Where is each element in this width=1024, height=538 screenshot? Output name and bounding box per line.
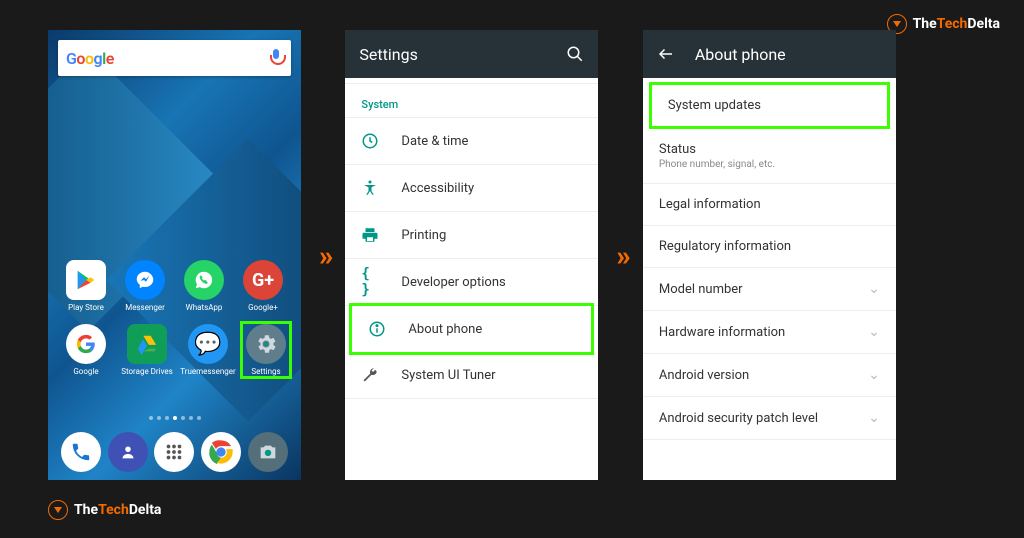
about-row-hardware-information[interactable]: Hardware information⌄: [643, 311, 896, 354]
brand-part2: Tech: [937, 16, 968, 32]
settings-row-label: Developer options: [401, 275, 505, 290]
settings-row-label: Accessibility: [401, 181, 474, 196]
about-row-android-security-patch-level[interactable]: Android security patch level⌄: [643, 397, 896, 440]
apps-drawer-icon[interactable]: [154, 432, 194, 472]
app-label: Settings: [251, 367, 280, 376]
app-play-store[interactable]: Play Store: [60, 260, 112, 312]
settings-row-developer-options[interactable]: { } Developer options: [345, 259, 598, 306]
about-row-label: Hardware information: [659, 325, 868, 340]
app-label: Google: [73, 367, 98, 376]
settings-header: Settings: [345, 30, 598, 78]
app-messenger[interactable]: Messenger: [119, 260, 171, 312]
app-label: Storage Drives: [121, 367, 173, 376]
chevron-down-icon: ⌄: [868, 410, 880, 426]
about-row-label: Android security patch level: [659, 411, 868, 426]
phone-icon[interactable]: [61, 432, 101, 472]
brand-bottom: TheTechDelta: [48, 500, 161, 520]
truemessenger-icon: 💬: [188, 324, 228, 364]
app-label: Google+: [248, 303, 278, 312]
app-whatsapp[interactable]: WhatsApp: [178, 260, 230, 312]
dock: [48, 432, 301, 472]
about-row-label: Status: [659, 142, 880, 157]
app-google-[interactable]: G+ Google+: [237, 260, 289, 312]
settings-row-label: System UI Tuner: [401, 368, 495, 383]
camera-icon[interactable]: [248, 432, 288, 472]
about-row-status[interactable]: Status Phone number, signal, etc.: [643, 129, 896, 184]
info-icon: [368, 320, 386, 338]
app-label: Truemessenger: [180, 367, 235, 376]
arrow-icon: »: [616, 239, 624, 272]
brand-logo-icon: [48, 500, 68, 520]
wallpaper: [48, 30, 301, 480]
contacts-icon[interactable]: [108, 432, 148, 472]
play-store-icon: [66, 260, 106, 300]
print-icon: [361, 226, 379, 244]
section-system: System: [345, 84, 598, 118]
brand-part2: Tech: [98, 502, 129, 518]
settings-row-date-time[interactable]: Date & time: [345, 118, 598, 165]
about-row-system-updates[interactable]: System updates: [649, 82, 890, 129]
chevron-down-icon: ⌄: [868, 324, 880, 340]
settings-row-about-phone[interactable]: About phone: [349, 303, 594, 355]
about-row-label: Regulatory information: [659, 239, 880, 254]
app-storage-drives[interactable]: Storage Drives: [121, 324, 173, 376]
clock-icon: [361, 132, 379, 150]
screen-home: Google Play Store Messenger WhatsApp G+ Goog…: [48, 30, 301, 480]
app-grid: Play Store Messenger WhatsApp G+ Google+ Goo…: [48, 260, 301, 376]
messenger-icon: [125, 260, 165, 300]
app-label: WhatsApp: [186, 303, 223, 312]
about-row-label: Model number: [659, 282, 868, 297]
app-label: Messenger: [125, 303, 165, 312]
settings-title: Settings: [359, 45, 417, 64]
google-icon: [66, 324, 106, 364]
screens-container: Google Play Store Messenger WhatsApp G+ Goog…: [48, 30, 896, 480]
app-google[interactable]: Google: [60, 324, 112, 376]
chevron-down-icon: ⌄: [868, 281, 880, 297]
app-settings[interactable]: Settings: [240, 321, 292, 379]
google-search-bar[interactable]: Google: [58, 40, 291, 76]
google-plus-icon: G+: [243, 260, 283, 300]
about-row-android-version[interactable]: Android version⌄: [643, 354, 896, 397]
about-title: About phone: [695, 45, 786, 64]
settings-row-system-ui-tuner[interactable]: System UI Tuner: [345, 352, 598, 399]
about-row-regulatory-information[interactable]: Regulatory information: [643, 226, 896, 268]
google-logo: Google: [66, 49, 114, 68]
screen-settings: Settings System Date & time Accessibility…: [345, 30, 598, 480]
page-indicator: [48, 416, 301, 420]
about-row-label: Android version: [659, 368, 868, 383]
brand-part1: The: [913, 16, 937, 32]
back-icon[interactable]: [657, 45, 675, 63]
settings-row-accessibility[interactable]: Accessibility: [345, 165, 598, 212]
brand-part3: Delta: [967, 16, 1000, 32]
braces-icon: { }: [361, 273, 379, 291]
brand-top: TheTechDelta: [887, 14, 1000, 34]
arrow-icon: »: [319, 239, 327, 272]
drive-icon: [127, 324, 167, 364]
app-truemessenger[interactable]: 💬 Truemessenger: [182, 324, 234, 376]
app-label: Play Store: [68, 303, 104, 312]
settings-gear-icon: [246, 324, 286, 364]
about-row-label: System updates: [668, 98, 871, 113]
search-icon[interactable]: [566, 45, 584, 63]
settings-row-label: Date & time: [401, 134, 468, 149]
screen-about-phone: About phone System updates Status Phone nu…: [643, 30, 896, 480]
settings-row-label: Printing: [401, 228, 446, 243]
about-row-model-number[interactable]: Model number⌄: [643, 268, 896, 311]
about-row-sub: Phone number, signal, etc.: [659, 159, 880, 170]
settings-row-printing[interactable]: Printing: [345, 212, 598, 259]
chevron-down-icon: ⌄: [868, 367, 880, 383]
mic-icon[interactable]: [269, 49, 283, 67]
whatsapp-icon: [184, 260, 224, 300]
wrench-icon: [361, 366, 379, 384]
about-row-label: Legal information: [659, 197, 880, 212]
chrome-icon[interactable]: [201, 432, 241, 472]
brand-part3: Delta: [129, 502, 162, 518]
brand-part1: The: [74, 502, 98, 518]
settings-row-label: About phone: [408, 322, 482, 337]
accessibility-icon: [361, 179, 379, 197]
about-row-legal-information[interactable]: Legal information: [643, 184, 896, 226]
about-header: About phone: [643, 30, 896, 78]
